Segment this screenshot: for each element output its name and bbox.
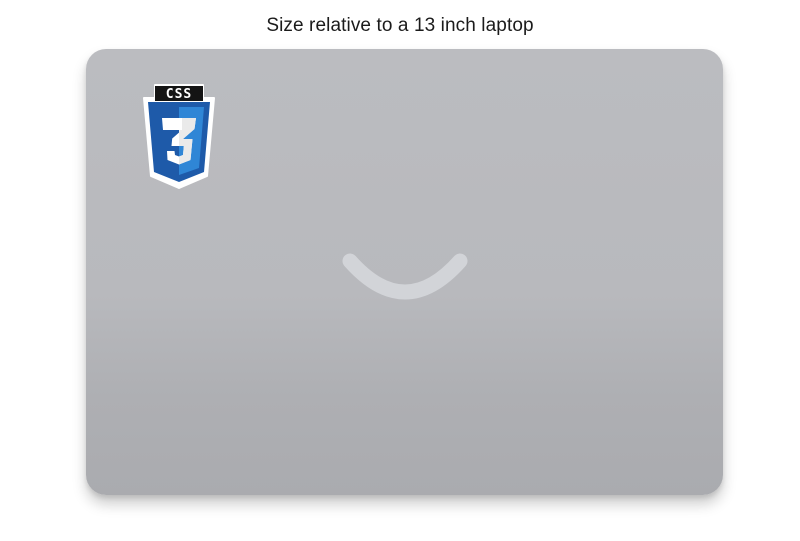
size-caption: Size relative to a 13 inch laptop xyxy=(266,15,534,36)
css-badge-text: CSS xyxy=(165,87,193,102)
smile-logo-icon xyxy=(342,253,468,300)
preview-canvas: Size relative to a 13 inch laptop CSS xyxy=(0,0,800,541)
laptop-lid: CSS xyxy=(86,49,723,495)
